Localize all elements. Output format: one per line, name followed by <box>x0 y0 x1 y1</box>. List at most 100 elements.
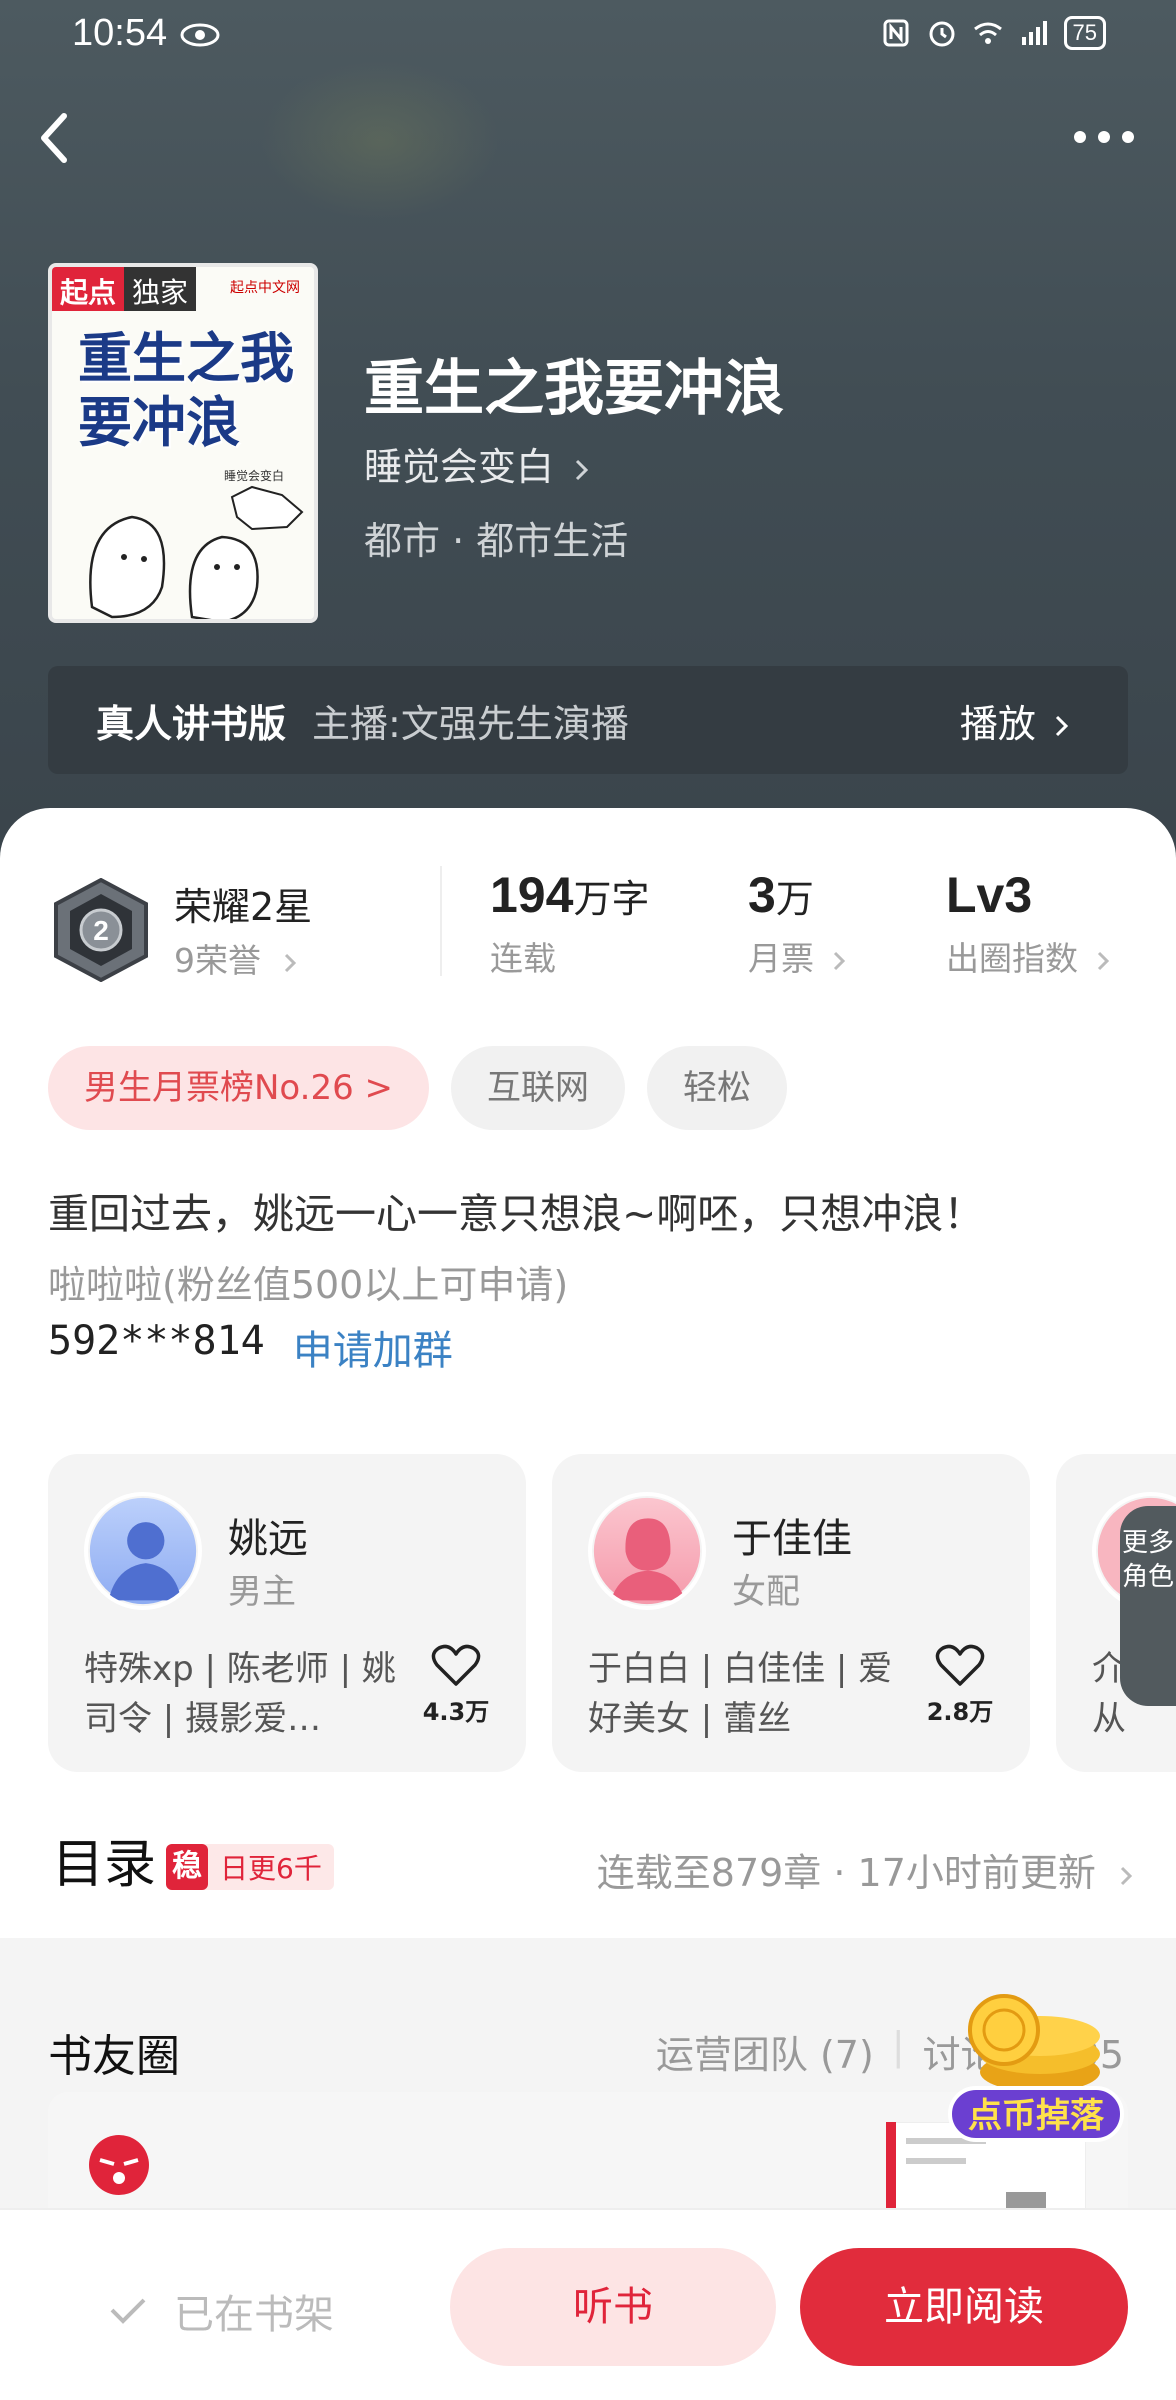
honor-count-link[interactable]: 9荣誉 <box>174 934 300 982</box>
character-like[interactable]: 2.8万 <box>920 1644 1000 1727</box>
character-list: 姚远 男主 特殊xp | 陈老师 | 姚司令 | 摄影爱… 4.3万 于佳佳 女… <box>48 1454 1176 1772</box>
tag-item[interactable]: 轻松 <box>647 1046 788 1130</box>
ops-team-link[interactable]: 运营团队 (7) <box>656 2024 874 2079</box>
section-separator <box>0 1938 1176 1962</box>
word-count-stat: 194万字 连载 <box>490 866 649 980</box>
apply-join-group-link[interactable]: 申请加群 <box>293 1318 453 1376</box>
character-avatar <box>588 1492 706 1610</box>
character-card[interactable]: 姚远 男主 特殊xp | 陈老师 | 姚司令 | 摄影爱… 4.3万 <box>48 1454 526 1772</box>
tag-item[interactable]: 互联网 <box>451 1046 626 1130</box>
heart-icon <box>935 1644 985 1686</box>
character-like-count: 2.8万 <box>926 1698 994 1726</box>
author-link[interactable]: 睡觉会变白 <box>364 436 592 491</box>
book-intro: 重回过去，姚远一心一意只想浪~啊呸，只想冲浪！ <box>48 1190 985 1238</box>
word-count-unit: 万字 <box>573 877 650 921</box>
eye-icon <box>180 23 220 47</box>
book-circle-title: 书友圈 <box>48 2031 180 2082</box>
wifi-icon <box>973 22 1002 44</box>
audiobook-host: 主播:文强先生演播 <box>312 701 629 746</box>
update-badge: 稳 日更6千 <box>166 1844 334 1890</box>
book-header: 10:54 75 起点 独家 起点中文网 重生之我要冲浪 睡觉会变白 重生之我要… <box>0 0 1176 880</box>
toc-update-text: 连载至879章 · 17小时前更新 <box>596 1851 1096 1895</box>
signal-icon <box>1021 21 1047 45</box>
more-characters-button[interactable]: 更多角色 <box>1120 1506 1176 1706</box>
character-like[interactable]: 4.3万 <box>416 1644 496 1727</box>
alarm-icon <box>929 21 955 47</box>
fan-group-row: 592***814 申请加群 <box>48 1318 453 1376</box>
cover-badge-exclusive: 独家 <box>124 267 197 311</box>
bottom-action-bar: 已在书架 听书 立即阅读 <box>0 2208 1176 2400</box>
book-cover[interactable]: 起点 独家 起点中文网 重生之我要冲浪 睡觉会变白 <box>48 263 318 623</box>
character-name: 姚远 <box>228 1516 308 1562</box>
monthly-ticket-unit: 万 <box>775 877 814 921</box>
chevron-right-icon <box>1120 1866 1133 1885</box>
on-shelf-status: 已在书架 <box>108 2282 334 2340</box>
audiobook-play-label: 播放 <box>959 701 1036 746</box>
book-genre: 都市 · 都市生活 <box>364 519 629 563</box>
back-icon[interactable] <box>30 108 80 168</box>
cover-illustration <box>89 485 304 619</box>
heart-icon <box>431 1644 481 1686</box>
character-card[interactable]: 于佳佳 女配 于白白 | 白佳佳 | 爱好美女 | 蕾丝 2.8万 <box>552 1454 1030 1772</box>
toc-update-info[interactable]: 连载至879章 · 17小时前更新 <box>597 1842 1136 1897</box>
honor-count: 9荣誉 <box>174 941 261 980</box>
on-shelf-label: 已在书架 <box>174 2292 334 2338</box>
coin-drop-promo[interactable]: 点币掉落 <box>944 1990 1128 2150</box>
honor-level: 2 <box>93 915 109 946</box>
character-type: 女配 <box>732 1572 800 1612</box>
audiobook-label: 真人讲书版 <box>96 701 287 746</box>
update-badge-key: 稳 <box>166 1844 208 1890</box>
honor-title: 荣耀2星 <box>174 885 313 929</box>
mascot-icon <box>89 2135 149 2195</box>
character-tags: 于白白 | 白佳佳 | 爱好美女 | 蕾丝 <box>588 1649 893 1739</box>
audiobook-banner[interactable]: 真人讲书版 主播:文强先生演播 播放 <box>48 666 1128 774</box>
character-tags: 特殊xp | 陈老师 | 姚司令 | 摄影爱… <box>84 1649 396 1739</box>
divider <box>440 866 442 976</box>
character-like-count: 4.3万 <box>422 1698 490 1726</box>
more-icon[interactable] <box>1072 122 1136 152</box>
battery-indicator: 75 <box>1063 16 1106 50</box>
chevron-right-icon <box>284 953 296 972</box>
coin-stack-icon <box>968 1994 1100 2092</box>
popularity-label: 出圈指数 <box>946 939 1078 978</box>
character-name: 于佳佳 <box>732 1516 852 1562</box>
popularity-stat[interactable]: Lv3 出圈指数 <box>946 866 1113 980</box>
update-badge-text: 日更6千 <box>220 1852 322 1885</box>
fan-group-id: 592***814 <box>48 1318 265 1364</box>
cover-badge: 起点 独家 <box>52 267 197 311</box>
character-type: 男主 <box>228 1572 296 1612</box>
audiobook-play-button[interactable]: 播放 <box>960 693 1072 748</box>
author-name: 睡觉会变白 <box>364 445 555 489</box>
monthly-ticket-number: 3 <box>748 867 776 923</box>
divider: | <box>891 2024 905 2068</box>
chevron-right-icon <box>1097 951 1109 970</box>
fan-group-desc: 啦啦啦(粉丝值500以上可申请) <box>48 1263 569 1307</box>
cover-publisher-logo: 起点中文网 <box>230 280 300 296</box>
chevron-right-icon <box>833 951 845 970</box>
cover-badge-brand: 起点 <box>52 267 125 311</box>
status-bar: 10:54 75 <box>0 0 1176 70</box>
book-title: 重生之我要冲浪 <box>364 354 784 424</box>
tag-ranking[interactable]: 男生月票榜No.26 > <box>48 1046 430 1130</box>
cover-title-art: 重生之我要冲浪 <box>78 327 294 454</box>
honor-badge-icon: 2 <box>54 878 148 982</box>
book-detail-card: 2 荣耀2星 9荣誉 194万字 连载 3万 月票 Lv3 出圈指数 男生月票榜… <box>0 808 1176 2232</box>
status-time: 10:54 <box>72 12 168 54</box>
popularity-level: Lv3 <box>946 867 1033 923</box>
book-tags: 男生月票榜No.26 > 互联网 轻松 <box>48 1046 788 1130</box>
listen-button[interactable]: 听书 <box>450 2248 776 2366</box>
check-icon <box>110 2298 146 2324</box>
toc-title: 目录 <box>52 1835 157 1895</box>
coin-drop-label: 点币掉落 <box>948 2086 1124 2142</box>
chevron-right-icon <box>1055 715 1069 737</box>
table-of-contents-row[interactable]: 目录 稳 日更6千 连载至879章 · 17小时前更新 <box>0 1818 1176 1908</box>
monthly-ticket-label: 月票 <box>748 939 814 978</box>
character-avatar <box>84 1492 202 1610</box>
nfc-icon <box>883 19 909 47</box>
chevron-right-icon <box>576 459 589 480</box>
read-now-button[interactable]: 立即阅读 <box>800 2248 1128 2366</box>
word-count-number: 194 <box>490 867 574 923</box>
monthly-ticket-stat[interactable]: 3万 月票 <box>748 866 849 980</box>
word-count-label: 连载 <box>490 939 556 978</box>
status-icons: 75 <box>880 16 1106 50</box>
